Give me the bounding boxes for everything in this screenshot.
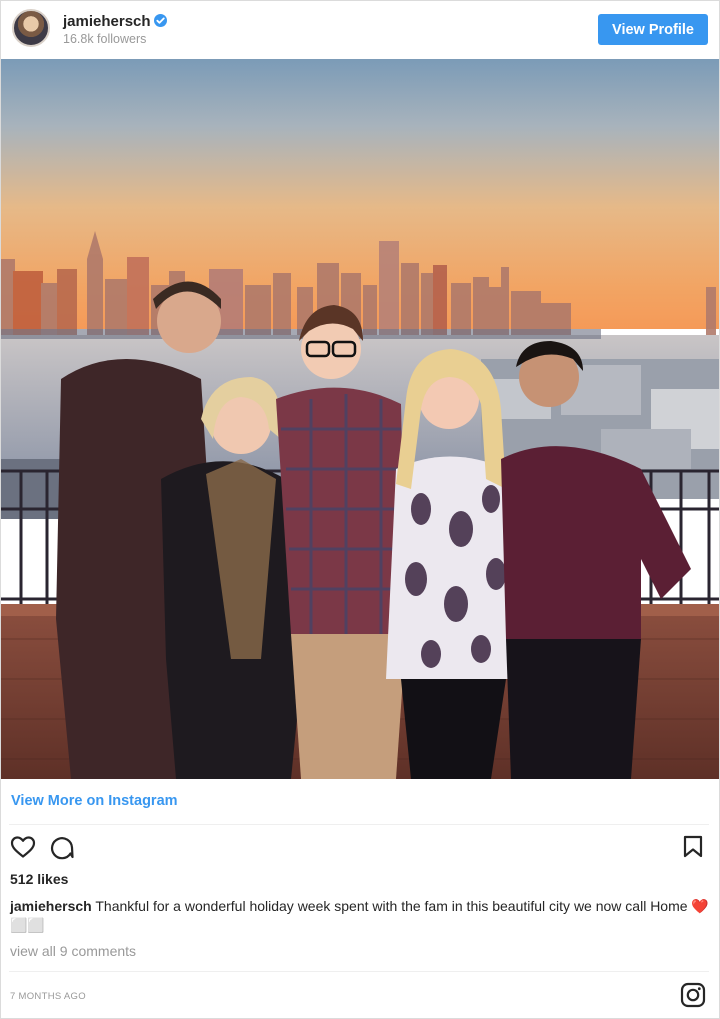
instagram-embed-card: jamiehersch 16.8k followers View Profile	[0, 0, 720, 1019]
view-more-link[interactable]: View More on Instagram	[11, 793, 178, 809]
verified-badge-icon	[154, 14, 167, 27]
caption-text: Thankful for a wonderful holiday week sp…	[10, 898, 709, 933]
divider	[9, 824, 709, 825]
like-count[interactable]: 512 likes	[10, 871, 68, 887]
username-link[interactable]: jamiehersch	[63, 13, 151, 30]
view-profile-button[interactable]: View Profile	[598, 14, 708, 45]
view-comments-link[interactable]: view all 9 comments	[10, 943, 136, 959]
caption-username[interactable]: jamiehersch	[10, 898, 92, 914]
bookmark-icon[interactable]	[682, 835, 704, 859]
avatar[interactable]	[12, 9, 50, 47]
divider	[9, 971, 709, 972]
follower-count: 16.8k followers	[63, 32, 147, 46]
post-timestamp: 7 MONTHS AGO	[10, 991, 86, 1002]
comment-icon[interactable]	[49, 834, 75, 860]
instagram-icon[interactable]	[680, 982, 706, 1008]
post-header: jamiehersch 16.8k followers View Profile	[1, 1, 719, 57]
post-caption: jamiehersch Thankful for a wonderful hol…	[10, 897, 710, 935]
heart-icon[interactable]	[10, 835, 36, 859]
post-photo[interactable]	[1, 59, 719, 779]
